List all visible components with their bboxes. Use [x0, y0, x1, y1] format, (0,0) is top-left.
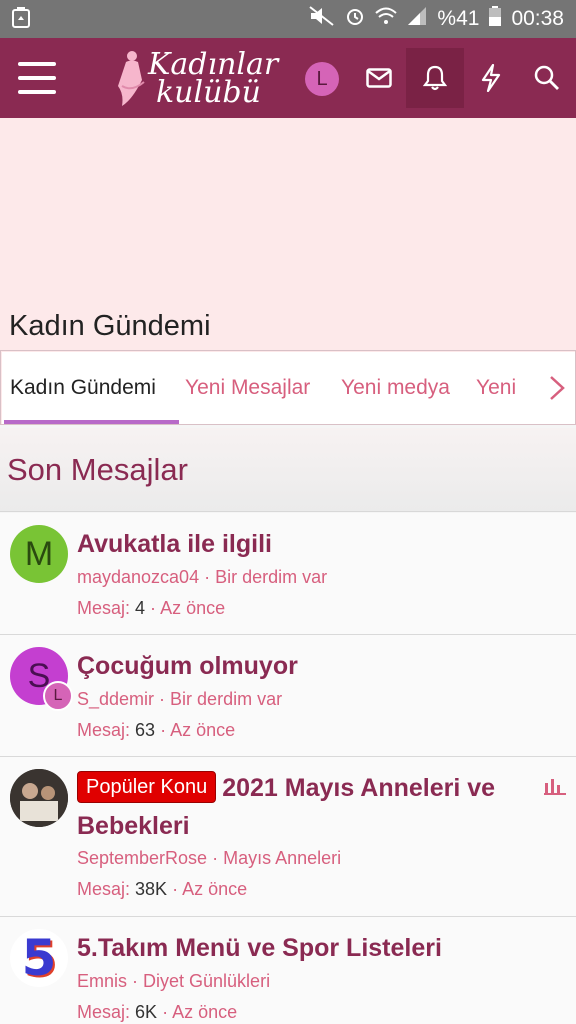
logo-text-line2: kulübü: [156, 75, 261, 110]
bell-icon: [423, 65, 447, 91]
site-logo[interactable]: Kadınlar kulübü: [112, 46, 278, 112]
section-header: Son Mesajlar: [0, 428, 576, 512]
signal-icon: [407, 6, 427, 32]
page-title: Kadın Gündemi: [9, 310, 211, 342]
thread-forum[interactable]: Mayıs Anneleri: [223, 848, 341, 868]
status-bar: %41 00:38: [0, 0, 576, 38]
replies-label: Mesaj:: [77, 879, 131, 899]
thread-meta: SeptemberRose · Mayıs Anneleri: [77, 848, 342, 868]
envelope-icon: [366, 68, 392, 88]
thread-stats: Mesaj: 4 · Az önce: [77, 598, 226, 618]
search-button[interactable]: [518, 48, 576, 108]
search-icon: [534, 65, 559, 90]
thread-author[interactable]: S_ddemir: [77, 689, 154, 709]
tab-bar: Kadın Gündemi Yeni Mesajlar Yeni medya Y…: [0, 350, 576, 425]
user-avatar[interactable]: L: [305, 62, 339, 96]
tab-new-media[interactable]: Yeni medya: [341, 376, 450, 400]
menu-icon[interactable]: [18, 62, 56, 94]
wifi-icon: [375, 6, 398, 32]
alarm-icon: [345, 6, 365, 32]
last-post-time[interactable]: Az önce: [170, 720, 235, 740]
thread-forum[interactable]: Diyet Günlükleri: [143, 971, 270, 991]
chevron-right-icon[interactable]: [548, 374, 566, 407]
reply-count: 6K: [135, 1002, 158, 1022]
thread-title[interactable]: 5.Takım Menü ve Spor Listeleri: [77, 929, 442, 967]
thread-meta: maydanozca04 · Bir derdim var: [77, 567, 328, 587]
alerts-button[interactable]: [406, 48, 464, 108]
section-title: Son Mesajlar: [7, 452, 188, 487]
avatar[interactable]: 5: [10, 929, 68, 987]
tab-new[interactable]: Yeni: [476, 376, 516, 400]
clock: 00:38: [511, 7, 564, 30]
thread-meta: S_ddemir · Bir derdim var: [77, 689, 283, 709]
thread-author[interactable]: SeptemberRose: [77, 848, 207, 868]
reply-count: 4: [135, 598, 146, 618]
lightning-icon: [481, 64, 501, 92]
battery-icon: [489, 6, 502, 32]
list-item[interactable]: S L Çocuğum olmuyor S_ddemir · Bir derdi…: [0, 635, 576, 757]
tab-new-messages[interactable]: Yeni Mesajlar: [185, 376, 310, 400]
popular-badge: Popüler Konu: [77, 771, 217, 803]
list-item[interactable]: Popüler Konu 2021 Mayıs Anneleri ve Bebek…: [0, 757, 576, 917]
dress-logo-icon: [118, 51, 145, 106]
last-post-time[interactable]: Az önce: [160, 598, 225, 618]
thread-title[interactable]: Avukatla ile ilgili: [77, 525, 272, 563]
thread-forum[interactable]: Bir derdim var: [215, 567, 327, 587]
thread-author[interactable]: maydanozca04: [77, 567, 199, 587]
thread-stats: Mesaj: 6K · Az önce: [77, 1002, 238, 1022]
last-post-time[interactable]: Az önce: [182, 879, 247, 899]
whats-new-button[interactable]: [462, 48, 520, 108]
thread-author[interactable]: Emnis: [77, 971, 127, 991]
list-item[interactable]: 5 5.Takım Menü ve Spor Listeleri Emnis ·…: [0, 917, 576, 1024]
thread-title[interactable]: Çocuğum olmuyor: [77, 647, 298, 685]
list-item[interactable]: M Avukatla ile ilgili maydanozca04 · Bir…: [0, 513, 576, 635]
replies-label: Mesaj:: [77, 720, 131, 740]
photo-avatar-icon: [10, 769, 68, 827]
bar-chart-icon[interactable]: [544, 777, 566, 800]
avatar[interactable]: M: [10, 525, 68, 583]
banner: Kadın Gündemi: [0, 118, 576, 350]
avatar[interactable]: [10, 769, 68, 827]
recycle-notification-icon: [12, 6, 30, 33]
replies-label: Mesaj:: [77, 598, 131, 618]
thread-title[interactable]: Popüler Konu 2021 Mayıs Anneleri ve Bebek…: [77, 769, 522, 845]
messages-button[interactable]: [350, 48, 408, 108]
thread-stats: Mesaj: 63 · Az önce: [77, 720, 236, 740]
last-post-time[interactable]: Az önce: [172, 1002, 237, 1022]
last-poster-avatar[interactable]: L: [43, 681, 73, 711]
battery-percent: %41: [437, 7, 480, 30]
replies-label: Mesaj:: [77, 1002, 131, 1022]
mute-icon: [309, 6, 335, 32]
reply-count: 38K: [135, 879, 168, 899]
reply-count: 63: [135, 720, 156, 740]
tab-kadin-gundemi[interactable]: Kadın Gündemi: [10, 376, 156, 400]
thread-meta: Emnis · Diyet Günlükleri: [77, 971, 271, 991]
thread-forum[interactable]: Bir derdim var: [170, 689, 282, 709]
tab-strip: Kadın Gündemi Yeni Mesajlar Yeni medya Y…: [2, 352, 575, 424]
active-tab-indicator: [4, 420, 179, 424]
thread-stats: Mesaj: 38K · Az önce: [77, 879, 248, 899]
